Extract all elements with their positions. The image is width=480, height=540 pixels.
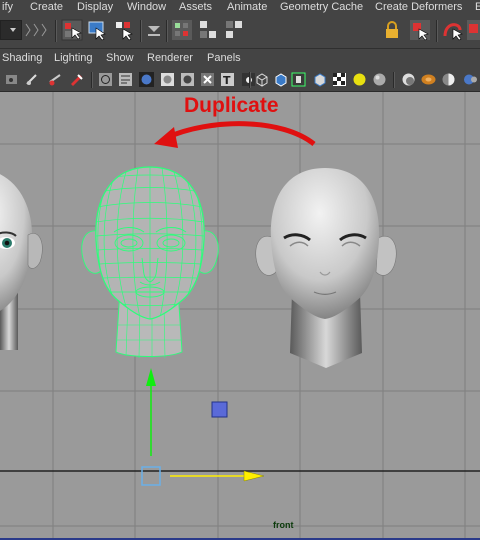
menu-set-dropdown[interactable] [0, 20, 22, 40]
menu-create-deformers[interactable]: Create Deformers [375, 0, 462, 14]
menu-modify[interactable]: ify [2, 0, 13, 14]
shaded-sphere-icon[interactable] [139, 72, 154, 87]
lock-icon[interactable] [382, 18, 406, 42]
use-all-lights-icon[interactable] [352, 72, 367, 87]
select-component-icon[interactable] [112, 18, 136, 42]
filter-icon[interactable] [144, 18, 168, 42]
panel-menu-bar: Shading Lighting Show Renderer Panels [0, 49, 480, 69]
image-plane-icon[interactable] [68, 72, 83, 87]
depth-of-field-icon[interactable] [462, 72, 477, 87]
svg-text:T: T [223, 74, 231, 87]
toolbar-separator [55, 20, 57, 42]
left-head-model [0, 174, 43, 350]
lighting-icon[interactable] [200, 72, 215, 87]
panel-menu-show[interactable]: Show [106, 52, 134, 64]
duplicate-annotation-label: Duplicate [184, 94, 279, 117]
toolbar-separator [91, 72, 93, 88]
menu-more[interactable]: E [475, 0, 480, 14]
panel-menu-panels[interactable]: Panels [207, 52, 241, 64]
wireframe-cube-icon[interactable] [254, 72, 269, 87]
isolate-select-icon[interactable] [291, 72, 306, 87]
menu-animate[interactable]: Animate [227, 0, 267, 14]
menu-display[interactable]: Display [77, 0, 113, 14]
default-material-cube-icon[interactable] [312, 72, 327, 87]
toolbar-separator [393, 72, 395, 88]
motion-blur-icon[interactable] [421, 72, 436, 87]
x-axis-arrow-icon[interactable] [243, 470, 265, 482]
toolbar-separator [249, 72, 251, 88]
grease-pencil-icon[interactable] [118, 72, 133, 87]
checker-texture-icon[interactable] [332, 72, 347, 87]
select-object-icon[interactable] [86, 18, 110, 42]
screen-space-ao-icon[interactable] [401, 72, 416, 87]
center-handle[interactable] [141, 466, 161, 486]
snap-to-points-icon[interactable] [466, 18, 480, 42]
camera-name-label: front [273, 520, 294, 530]
panel-menu-renderer[interactable]: Renderer [147, 52, 193, 64]
toolbar-separator [140, 20, 142, 42]
main-menu-bar: ify Create Display Window Assets Animate… [0, 0, 480, 14]
viewport-scene [0, 92, 480, 538]
xray-icon[interactable] [180, 72, 195, 87]
duplicate-head-model [255, 168, 397, 368]
pivot-handle[interactable] [211, 401, 228, 418]
toolbar-separator [436, 20, 438, 42]
y-axis-arrow-icon[interactable] [146, 368, 156, 386]
selected-head-model[interactable] [81, 166, 219, 359]
textured-icon[interactable]: T [220, 72, 235, 87]
snap-to-curves-icon[interactable] [442, 18, 466, 42]
bookmarks-icon[interactable] [48, 72, 63, 87]
wireframe-on-shaded-icon[interactable] [160, 72, 175, 87]
select-curves-icon[interactable] [222, 18, 246, 42]
select-by-handles-icon[interactable] [170, 18, 194, 42]
menu-create[interactable]: Create [30, 0, 63, 14]
menu-assets[interactable]: Assets [179, 0, 212, 14]
select-hierarchy-icon[interactable] [60, 18, 84, 42]
move-manipulator[interactable] [141, 368, 265, 486]
select-joints-icon[interactable] [196, 18, 220, 42]
panel-toolbar: T [0, 69, 480, 92]
snap-to-grid-icon[interactable] [408, 18, 432, 42]
camera-tools-icon[interactable] [24, 72, 39, 87]
front-viewport[interactable]: Duplicate front [0, 92, 480, 538]
menu-window[interactable]: Window [127, 0, 166, 14]
panel-menu-shading[interactable]: Shading [2, 52, 42, 64]
chevron-down-icon [10, 28, 16, 32]
panel-menu-lighting[interactable]: Lighting [54, 52, 93, 64]
2d-pan-zoom-icon[interactable] [98, 72, 113, 87]
status-line-toolbar [0, 14, 480, 49]
arrow-head-icon [154, 127, 178, 148]
anti-aliasing-icon[interactable] [441, 72, 456, 87]
toolbar-separator [166, 20, 168, 42]
camera-attributes-icon[interactable] [4, 72, 19, 87]
menu-geometry-cache[interactable]: Geometry Cache [280, 0, 363, 14]
smooth-shade-cube-icon[interactable] [273, 72, 288, 87]
gray-sphere-icon[interactable] [372, 72, 387, 87]
collapse-arrows-icon[interactable] [24, 18, 48, 42]
duplicate-arrow [164, 121, 316, 146]
